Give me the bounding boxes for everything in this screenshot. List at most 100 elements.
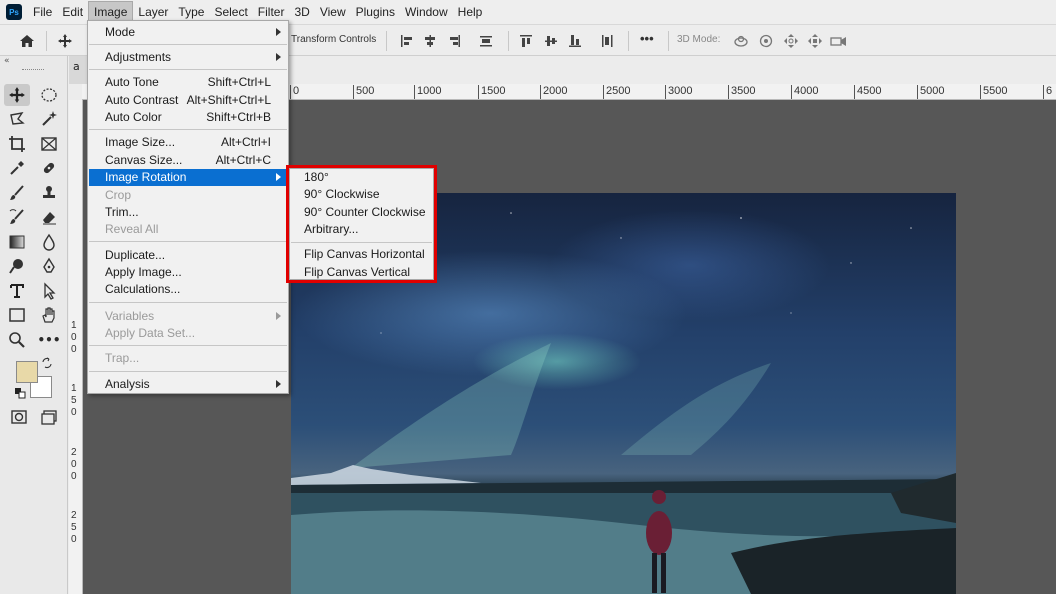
menu-window[interactable]: Window bbox=[400, 1, 453, 23]
3d-mode-label: 3D Mode: bbox=[677, 34, 721, 45]
menu-item-mode[interactable]: Mode bbox=[89, 24, 287, 41]
align-right-icon[interactable] bbox=[445, 32, 463, 50]
menu-edit[interactable]: Edit bbox=[57, 1, 88, 23]
ruler-tick: 500 bbox=[352, 85, 375, 99]
align-bottom-icon[interactable] bbox=[566, 32, 584, 50]
gradient-tool-icon[interactable] bbox=[4, 231, 30, 253]
ruler-digit: 0 bbox=[71, 344, 77, 355]
menu-item-label: Canvas Size... bbox=[105, 153, 183, 167]
menu-separator bbox=[89, 129, 287, 130]
shortcut-label: Shift+Ctrl+L bbox=[207, 75, 271, 89]
zoom-tool-icon[interactable] bbox=[4, 329, 30, 351]
menu-item-label: Variables bbox=[105, 309, 155, 323]
magic-wand-icon[interactable] bbox=[36, 108, 62, 130]
roll-3d-icon[interactable] bbox=[757, 32, 775, 50]
menu-plugins[interactable]: Plugins bbox=[351, 1, 400, 23]
menu-item-label: Image Size... bbox=[105, 135, 176, 149]
menu-view[interactable]: View bbox=[315, 1, 351, 23]
ruler-digit: 2 bbox=[71, 447, 77, 458]
panel-grip[interactable] bbox=[22, 69, 44, 71]
menu-item-canvas-size[interactable]: Canvas Size... Alt+Ctrl+C bbox=[89, 152, 287, 169]
healing-brush-icon[interactable] bbox=[36, 157, 62, 179]
dodge-tool-icon[interactable] bbox=[4, 255, 30, 277]
menu-help[interactable]: Help bbox=[453, 1, 488, 23]
brush-tool-icon[interactable] bbox=[4, 182, 30, 204]
blur-tool-icon[interactable] bbox=[36, 231, 62, 253]
menu-item-trim[interactable]: Trim... bbox=[89, 204, 287, 221]
menu-item-duplicate[interactable]: Duplicate... bbox=[89, 247, 287, 264]
align-top-icon[interactable] bbox=[517, 32, 535, 50]
menu-item-label: Trim... bbox=[105, 205, 139, 219]
type-tool-icon[interactable] bbox=[4, 280, 30, 302]
menu-item-label: Image Rotation bbox=[105, 170, 187, 184]
menu-item-apply-image[interactable]: Apply Image... bbox=[89, 264, 287, 281]
align-center-icon[interactable] bbox=[421, 32, 439, 50]
menu-item-reveal-all[interactable]: Reveal All bbox=[89, 221, 287, 238]
menu-item-adjustments[interactable]: Adjustments bbox=[89, 49, 287, 66]
swap-colors-icon[interactable] bbox=[40, 356, 54, 370]
menu-item-auto-contrast[interactable]: Auto Contrast Alt+Shift+Ctrl+L bbox=[89, 92, 287, 109]
menu-item-trap[interactable]: Trap... bbox=[89, 350, 287, 367]
submenu-arrow-icon bbox=[276, 312, 281, 320]
ruler-vertical: 1 0 0 1 5 0 2 0 0 2 5 0 bbox=[69, 100, 83, 594]
eraser-tool-icon[interactable] bbox=[36, 206, 62, 228]
frame-tool-icon[interactable] bbox=[36, 133, 62, 155]
menu-file[interactable]: File bbox=[28, 1, 57, 23]
pan-3d-icon[interactable] bbox=[782, 32, 800, 50]
collapse-panel-icon[interactable]: « bbox=[4, 56, 64, 68]
image-menu: Mode Adjustments Auto Tone Shift+Ctrl+L … bbox=[87, 20, 289, 394]
ruler-digit: 1 bbox=[71, 383, 77, 394]
move-tool-icon[interactable] bbox=[56, 32, 74, 50]
orbit-3d-icon[interactable] bbox=[732, 32, 750, 50]
transform-controls-label[interactable]: Transform Controls bbox=[291, 34, 376, 45]
history-brush-icon[interactable] bbox=[4, 206, 30, 228]
quick-mask-icon[interactable] bbox=[6, 406, 32, 428]
menu-item-label: Analysis bbox=[105, 377, 150, 391]
menu-item-image-rotation[interactable]: Image Rotation bbox=[89, 169, 287, 186]
camera-3d-icon[interactable] bbox=[830, 32, 848, 50]
menu-item-calculations[interactable]: Calculations... bbox=[89, 281, 287, 298]
stamp-tool-icon[interactable] bbox=[36, 182, 62, 204]
pen-tool-icon[interactable] bbox=[36, 255, 62, 277]
menu-item-variables[interactable]: Variables bbox=[89, 308, 287, 325]
distribute-vertical-icon[interactable] bbox=[598, 32, 616, 50]
align-middle-icon[interactable] bbox=[542, 32, 560, 50]
ruler-digit: 0 bbox=[71, 534, 77, 545]
ruler-digit: 5 bbox=[71, 395, 77, 406]
ruler-digit: 0 bbox=[71, 332, 77, 343]
hand-tool-icon[interactable] bbox=[36, 304, 62, 326]
rectangle-tool-icon[interactable] bbox=[4, 304, 30, 326]
home-icon[interactable] bbox=[18, 32, 36, 50]
crop-tool-icon[interactable] bbox=[4, 133, 30, 155]
more-tools-icon[interactable]: ••• bbox=[36, 329, 62, 351]
screen-mode-icon[interactable] bbox=[36, 406, 62, 428]
submenu-arrow-icon bbox=[276, 53, 281, 61]
menu-item-analysis[interactable]: Analysis bbox=[89, 376, 287, 393]
lasso-tool-icon[interactable] bbox=[4, 108, 30, 130]
align-left-icon[interactable] bbox=[398, 32, 416, 50]
menu-item-apply-data-set[interactable]: Apply Data Set... bbox=[89, 325, 287, 342]
menu-item-auto-color[interactable]: Auto Color Shift+Ctrl+B bbox=[89, 109, 287, 126]
document-tab[interactable]: a bbox=[69, 56, 89, 84]
toolbar-separator bbox=[628, 31, 629, 51]
eyedropper-icon[interactable] bbox=[4, 157, 30, 179]
ruler-tick: 5000 bbox=[916, 85, 945, 99]
menu-item-image-size[interactable]: Image Size... Alt+Ctrl+I bbox=[89, 134, 287, 151]
menu-item-crop[interactable]: Crop bbox=[89, 187, 287, 204]
menu-item-label: Apply Data Set... bbox=[105, 326, 196, 340]
menu-item-auto-tone[interactable]: Auto Tone Shift+Ctrl+L bbox=[89, 74, 287, 91]
default-colors-icon[interactable] bbox=[13, 386, 27, 400]
foreground-color-swatch[interactable] bbox=[16, 361, 38, 383]
menu-3d[interactable]: 3D bbox=[289, 1, 314, 23]
ruler-digit: 0 bbox=[71, 407, 77, 418]
more-options-icon[interactable]: ••• bbox=[640, 31, 654, 46]
shortcut-label: Alt+Ctrl+I bbox=[220, 135, 271, 149]
menu-item-label: Duplicate... bbox=[105, 248, 166, 262]
move-tool-icon[interactable] bbox=[4, 84, 30, 106]
distribute-icon[interactable] bbox=[477, 32, 495, 50]
marquee-tool-icon[interactable] bbox=[36, 84, 62, 106]
slide-3d-icon[interactable] bbox=[806, 32, 824, 50]
toolbar-separator bbox=[46, 31, 47, 51]
path-selection-icon[interactable] bbox=[36, 280, 62, 302]
submenu-arrow-icon bbox=[276, 28, 281, 36]
